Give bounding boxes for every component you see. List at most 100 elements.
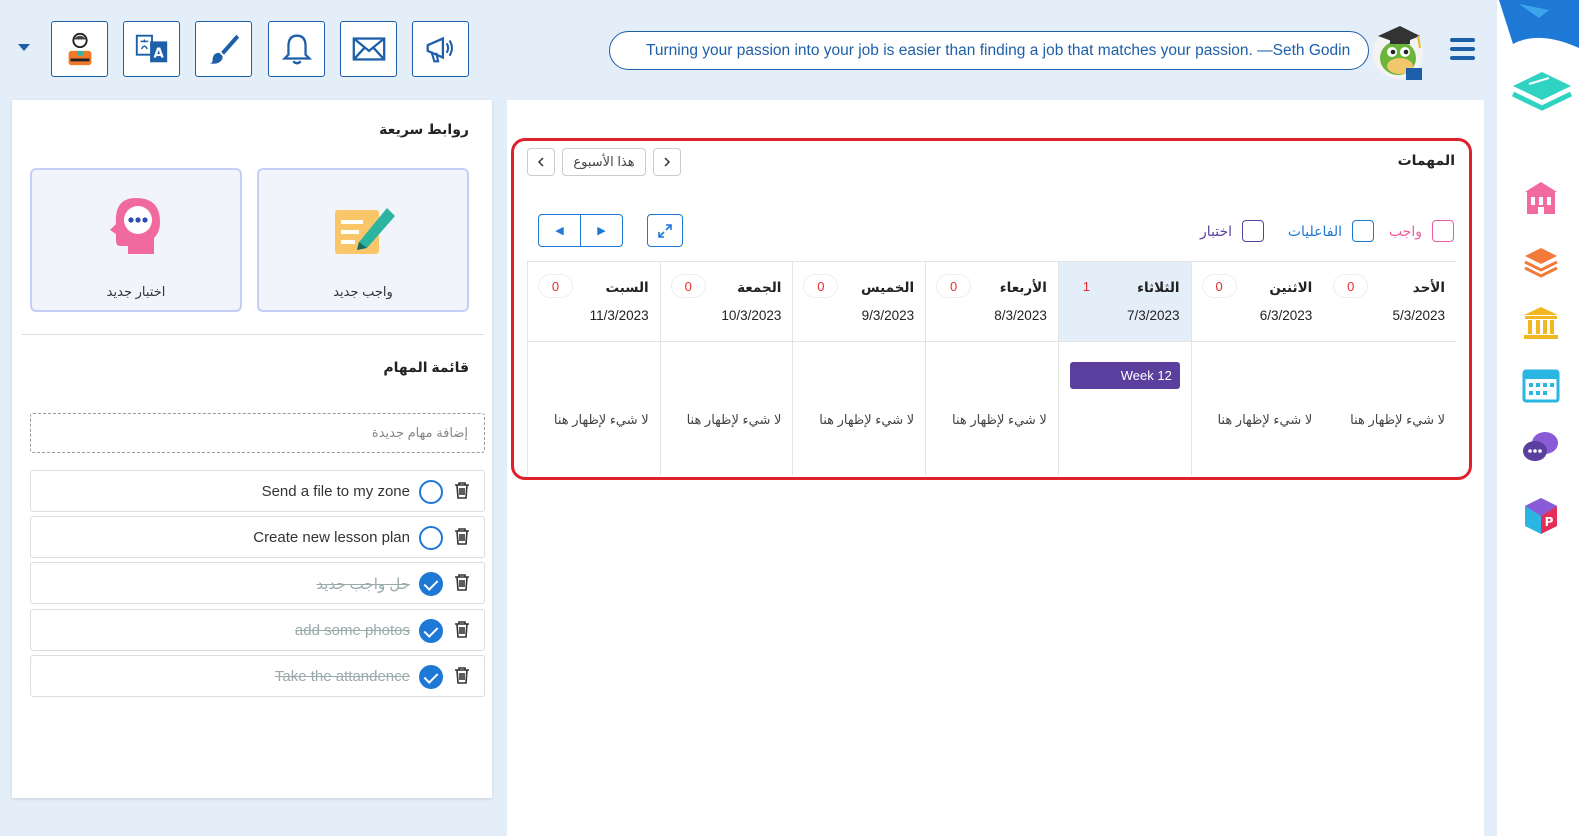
books-icon[interactable] xyxy=(1521,240,1561,280)
day-column-sunday[interactable]: الأحد 5/3/2023 0 لا شيء لإظهار هنا xyxy=(1323,262,1456,475)
profile-button[interactable] xyxy=(51,21,108,77)
daily-quote: Turning your passion into your job is ea… xyxy=(609,31,1369,70)
trash-icon[interactable] xyxy=(454,620,470,638)
day-column-tuesday[interactable]: الثلاثاء 7/3/2023 1 Week 12 xyxy=(1057,262,1191,475)
new-exam-label: اختبار جديد xyxy=(106,284,166,299)
day-count-badge: 0 xyxy=(671,275,705,297)
brush-button[interactable] xyxy=(195,21,252,77)
trash-icon[interactable] xyxy=(454,527,470,545)
day-date: 10/3/2023 xyxy=(721,308,782,323)
day-count-badge: 0 xyxy=(538,275,572,297)
task-item: add some photos xyxy=(30,609,485,651)
task-text: Send a file to my zone xyxy=(261,483,410,500)
expand-icon xyxy=(658,223,672,238)
translate-button[interactable]: A xyxy=(123,21,180,77)
day-column-friday[interactable]: الجمعة 10/3/2023 0 لا شيء لإظهار هنا xyxy=(659,262,793,475)
legend-activities[interactable]: الفاعليات xyxy=(1288,220,1374,242)
cube-icon[interactable]: P xyxy=(1521,496,1561,536)
day-name: الاثنين xyxy=(1269,280,1313,295)
day-date: 9/3/2023 xyxy=(861,308,915,323)
bell-icon xyxy=(281,34,312,65)
empty-message: لا شيء لإظهار هنا xyxy=(1217,412,1313,427)
add-task-input[interactable]: إضافة مهام جديدة xyxy=(30,413,485,453)
menu-button[interactable] xyxy=(1450,38,1475,60)
task-checkbox[interactable] xyxy=(419,619,443,643)
task-text: Create new lesson plan xyxy=(253,529,410,546)
legend-exam[interactable]: اختبار xyxy=(1200,220,1264,242)
activities-checkbox[interactable] xyxy=(1352,220,1374,242)
day-column-thursday[interactable]: الخميس 9/3/2023 0 لا شيء لإظهار هنا xyxy=(792,262,926,475)
calendar-pager: ◀ ▶ xyxy=(538,214,623,247)
week-grid: الأحد 5/3/2023 0 لا شيء لإظهار هنا الاثن… xyxy=(526,261,1456,475)
task-item: Send a file to my zone xyxy=(30,470,485,512)
chevron-left-icon xyxy=(537,157,544,167)
quick-links-title: روابط سريعة xyxy=(379,121,469,137)
trash-icon[interactable] xyxy=(454,666,470,684)
day-count-badge: 0 xyxy=(1334,275,1368,297)
exam-checkbox[interactable] xyxy=(1242,220,1264,242)
day-date: 5/3/2023 xyxy=(1392,308,1445,323)
notifications-button[interactable] xyxy=(268,21,325,77)
empty-message: لا شيء لإظهار هنا xyxy=(553,412,649,427)
new-homework-card[interactable]: واجب جديد xyxy=(257,168,469,312)
corner-flag-icon xyxy=(1499,0,1579,48)
legend-homework[interactable]: واجب xyxy=(1389,220,1454,242)
day-date: 6/3/2023 xyxy=(1259,308,1313,323)
school-icon[interactable] xyxy=(1521,178,1561,218)
announcements-button[interactable] xyxy=(412,21,469,77)
trash-icon[interactable] xyxy=(454,481,470,499)
event-tag[interactable]: Week 12 xyxy=(1069,362,1180,389)
messages-button[interactable] xyxy=(340,21,397,77)
new-exam-card[interactable]: اختبار جديد xyxy=(30,168,242,312)
mail-icon xyxy=(352,37,385,61)
tasks-panel: المهمات هذا الأسبوع ◀ ▶ واجب الفاعليات ا xyxy=(507,100,1484,836)
task-text: Take the attandence xyxy=(274,668,410,685)
task-checkbox[interactable] xyxy=(419,480,443,504)
task-text: add some photos xyxy=(294,622,410,639)
day-count-badge: 0 xyxy=(804,275,838,297)
chat-icon[interactable] xyxy=(1521,427,1561,467)
this-week-button[interactable]: هذا الأسبوع xyxy=(562,148,646,176)
empty-message: لا شيء لإظهار هنا xyxy=(1350,412,1445,427)
empty-message: لا شيء لإظهار هنا xyxy=(952,412,1047,427)
day-date: 11/3/2023 xyxy=(589,308,649,323)
day-count-badge: 1 xyxy=(1082,278,1090,294)
logo-icon xyxy=(1511,72,1573,111)
task-checkbox[interactable] xyxy=(419,526,443,550)
activities-label: الفاعليات xyxy=(1287,222,1342,239)
profile-icon xyxy=(68,32,91,66)
day-count-badge: 0 xyxy=(937,275,971,297)
task-checkbox[interactable] xyxy=(419,665,443,689)
day-date: 7/3/2023 xyxy=(1127,308,1180,323)
next-week-button[interactable] xyxy=(653,148,681,176)
pager-prev-button[interactable]: ◀ xyxy=(539,215,581,246)
day-name: السبت xyxy=(605,280,649,295)
pager-next-button[interactable]: ▶ xyxy=(581,215,622,246)
day-name: الأربعاء xyxy=(999,280,1047,295)
institution-icon[interactable] xyxy=(1521,303,1561,343)
task-checkbox[interactable] xyxy=(419,572,443,596)
divider xyxy=(22,334,484,335)
day-column-wednesday[interactable]: الأربعاء 8/3/2023 0 لا شيء لإظهار هنا xyxy=(925,262,1058,475)
exam-head-icon xyxy=(110,198,160,254)
day-column-monday[interactable]: الاثنين 6/3/2023 0 لا شيء لإظهار هنا xyxy=(1190,262,1324,475)
day-date: 8/3/2023 xyxy=(994,308,1047,323)
profile-dropdown-caret[interactable] xyxy=(18,44,30,51)
svg-text:P: P xyxy=(1545,515,1554,529)
svg-text:A: A xyxy=(153,47,164,62)
calendar-title: المهمات xyxy=(1397,152,1455,168)
task-item: Create new lesson plan xyxy=(30,516,485,558)
calendar-icon[interactable] xyxy=(1521,365,1561,405)
trash-icon[interactable] xyxy=(454,573,470,591)
homework-checkbox[interactable] xyxy=(1432,220,1454,242)
exam-label: اختبار xyxy=(1199,222,1232,239)
expand-button[interactable] xyxy=(647,214,683,247)
day-name: الخميس xyxy=(861,280,915,295)
translate-icon: A xyxy=(135,34,167,63)
prev-week-button[interactable] xyxy=(527,148,555,176)
day-name: الأحد xyxy=(1412,280,1445,295)
homework-pen-icon xyxy=(335,208,395,254)
task-text: حل واجب جديد xyxy=(316,576,410,593)
homework-label: واجب xyxy=(1388,222,1422,239)
day-column-saturday[interactable]: السبت 11/3/2023 0 لا شيء لإظهار هنا xyxy=(526,262,660,475)
